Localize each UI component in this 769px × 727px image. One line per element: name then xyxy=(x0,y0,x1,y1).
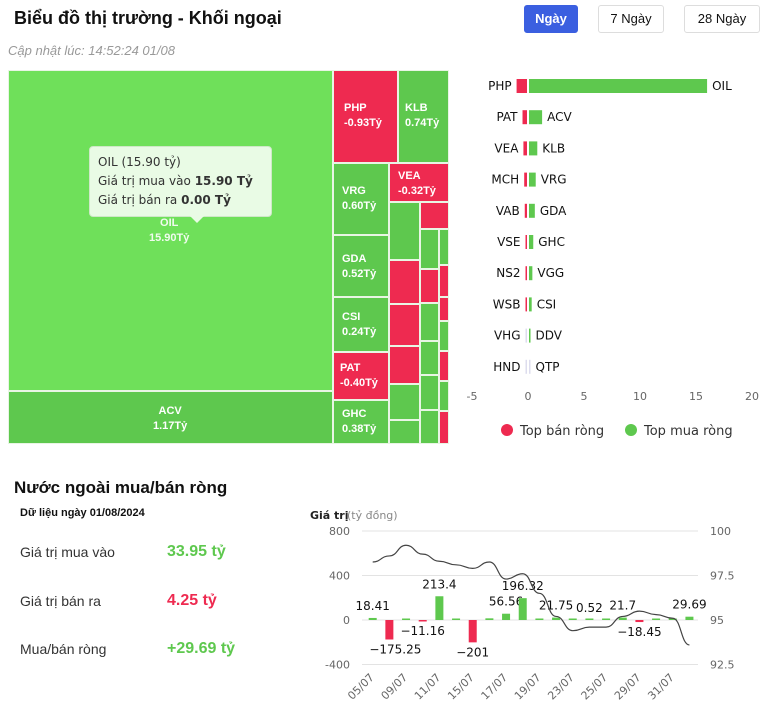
data-label: −18.45 xyxy=(617,625,661,639)
y-tick-label: 400 xyxy=(329,570,350,583)
y2-tick-label: 97.5 xyxy=(710,570,735,583)
bar xyxy=(552,617,561,620)
bar xyxy=(535,618,544,620)
bar xyxy=(435,596,444,620)
x-tick-label: 19/07 xyxy=(512,671,544,703)
y2-tick-label: 100 xyxy=(710,525,731,538)
bar xyxy=(452,618,461,620)
bar xyxy=(568,618,577,620)
data-label: −201 xyxy=(456,645,489,659)
y-tick-label: -400 xyxy=(325,659,350,672)
y-tick-label: 0 xyxy=(343,614,350,627)
bar xyxy=(652,618,661,620)
x-tick-label: 25/07 xyxy=(579,671,611,703)
bar xyxy=(618,617,627,620)
x-tick-label: 05/07 xyxy=(345,671,377,703)
x-tick-label: 15/07 xyxy=(445,671,477,703)
data-label: 21.75 xyxy=(539,599,573,613)
x-tick-label: 31/07 xyxy=(645,671,677,703)
bar xyxy=(418,620,427,622)
x-tick-label: 29/07 xyxy=(612,671,644,703)
bar xyxy=(602,618,611,620)
x-tick-label: 23/07 xyxy=(545,671,577,703)
data-label: 29.69 xyxy=(672,598,706,612)
bar xyxy=(585,618,594,620)
bar xyxy=(502,613,511,620)
data-label: −175.25 xyxy=(369,642,421,656)
data-label: 196.32 xyxy=(502,579,544,593)
x-tick-label: 11/07 xyxy=(412,671,444,703)
net-flow-chart: Giá trị(tỷ đồng) 800 400 0 -400 100 97.5 95 92.5… xyxy=(310,509,735,703)
y-tick-label: 800 xyxy=(329,525,350,538)
data-label: 0.52 xyxy=(576,601,603,615)
bar xyxy=(685,616,694,620)
bar xyxy=(385,620,394,640)
data-label: 21.7 xyxy=(609,599,636,613)
data-label: 18.41 xyxy=(356,599,390,613)
y2-tick-label: 92.5 xyxy=(710,659,735,672)
bar xyxy=(485,618,494,620)
data-label: −11.16 xyxy=(400,624,444,638)
bar xyxy=(468,620,477,643)
bar xyxy=(368,617,377,620)
bar xyxy=(635,620,644,623)
data-label: 213.4 xyxy=(422,577,456,591)
x-tick-label: 09/07 xyxy=(379,671,411,703)
y2-tick-label: 95 xyxy=(710,614,724,627)
y-axis-unit: (tỷ đồng) xyxy=(347,509,398,522)
y-axis-title: Giá trị xyxy=(310,509,349,522)
data-label: 56.56 xyxy=(489,595,523,609)
bar xyxy=(518,598,527,620)
x-tick-label: 17/07 xyxy=(479,671,511,703)
bar xyxy=(402,618,411,620)
